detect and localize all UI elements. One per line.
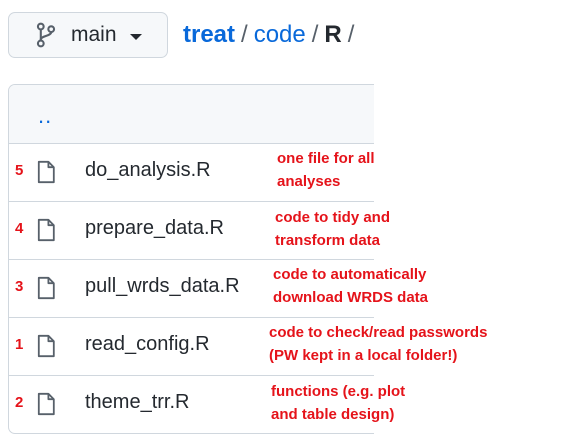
file-icon — [37, 218, 55, 242]
annotation-line: functions (e.g. plot — [271, 383, 406, 400]
annotation-note: code to tidy and transform data — [275, 206, 390, 252]
file-name-link[interactable]: read_config.R — [85, 333, 210, 356]
parent-directory-link[interactable]: .. — [38, 103, 52, 129]
breadcrumb-separator: / — [311, 21, 319, 48]
parent-directory-row[interactable]: .. — [9, 85, 374, 143]
breadcrumb-separator: / — [241, 21, 248, 48]
rank-label: 1 — [15, 336, 24, 353]
branch-name: main — [71, 23, 117, 46]
repo-file-browser: main treat / code / R / .. 5 do_analysis.R 4 … — [0, 0, 574, 434]
breadcrumb: treat / code / R / — [183, 19, 360, 51]
breadcrumb-separator: / — [347, 21, 355, 48]
file-name-link[interactable]: do_analysis.R — [85, 159, 211, 182]
breadcrumb-folder-link[interactable]: code — [254, 21, 306, 48]
annotation-line: one file for all — [277, 150, 375, 167]
file-icon — [37, 276, 55, 300]
annotation-note: code to check/read passwords (PW kept in… — [269, 321, 487, 367]
file-name-link[interactable]: theme_trr.R — [85, 391, 189, 414]
file-name-link[interactable]: prepare_data.R — [85, 217, 224, 240]
breadcrumb-repo-link[interactable]: treat — [183, 21, 235, 48]
git-branch-icon — [36, 22, 56, 48]
rank-label: 3 — [15, 278, 24, 295]
annotation-line: download WRDS data — [273, 289, 428, 306]
annotation-line: code to automatically — [273, 266, 427, 283]
annotation-note: code to automatically download WRDS data — [273, 263, 428, 309]
annotation-line: and table design) — [271, 406, 395, 423]
file-icon — [37, 334, 55, 358]
annotation-line: code to check/read passwords — [269, 324, 488, 341]
annotation-line: code to tidy and — [275, 209, 391, 226]
annotation-line: analyses — [277, 173, 341, 190]
annotation-line: transform data — [275, 232, 381, 249]
chevron-down-icon — [129, 33, 142, 40]
file-icon — [37, 160, 55, 184]
breadcrumb-current: R — [324, 21, 342, 48]
rank-label: 4 — [15, 220, 24, 237]
annotation-note: functions (e.g. plot and table design) — [271, 380, 405, 426]
annotation-line: (PW kept in a local folder!) — [269, 347, 458, 364]
branch-selector-button[interactable]: main — [8, 12, 168, 58]
annotation-note: one file for all analyses — [277, 147, 375, 193]
file-icon — [37, 392, 55, 416]
rank-label: 2 — [15, 394, 24, 411]
file-name-link[interactable]: pull_wrds_data.R — [85, 275, 240, 298]
rank-label: 5 — [15, 162, 24, 179]
